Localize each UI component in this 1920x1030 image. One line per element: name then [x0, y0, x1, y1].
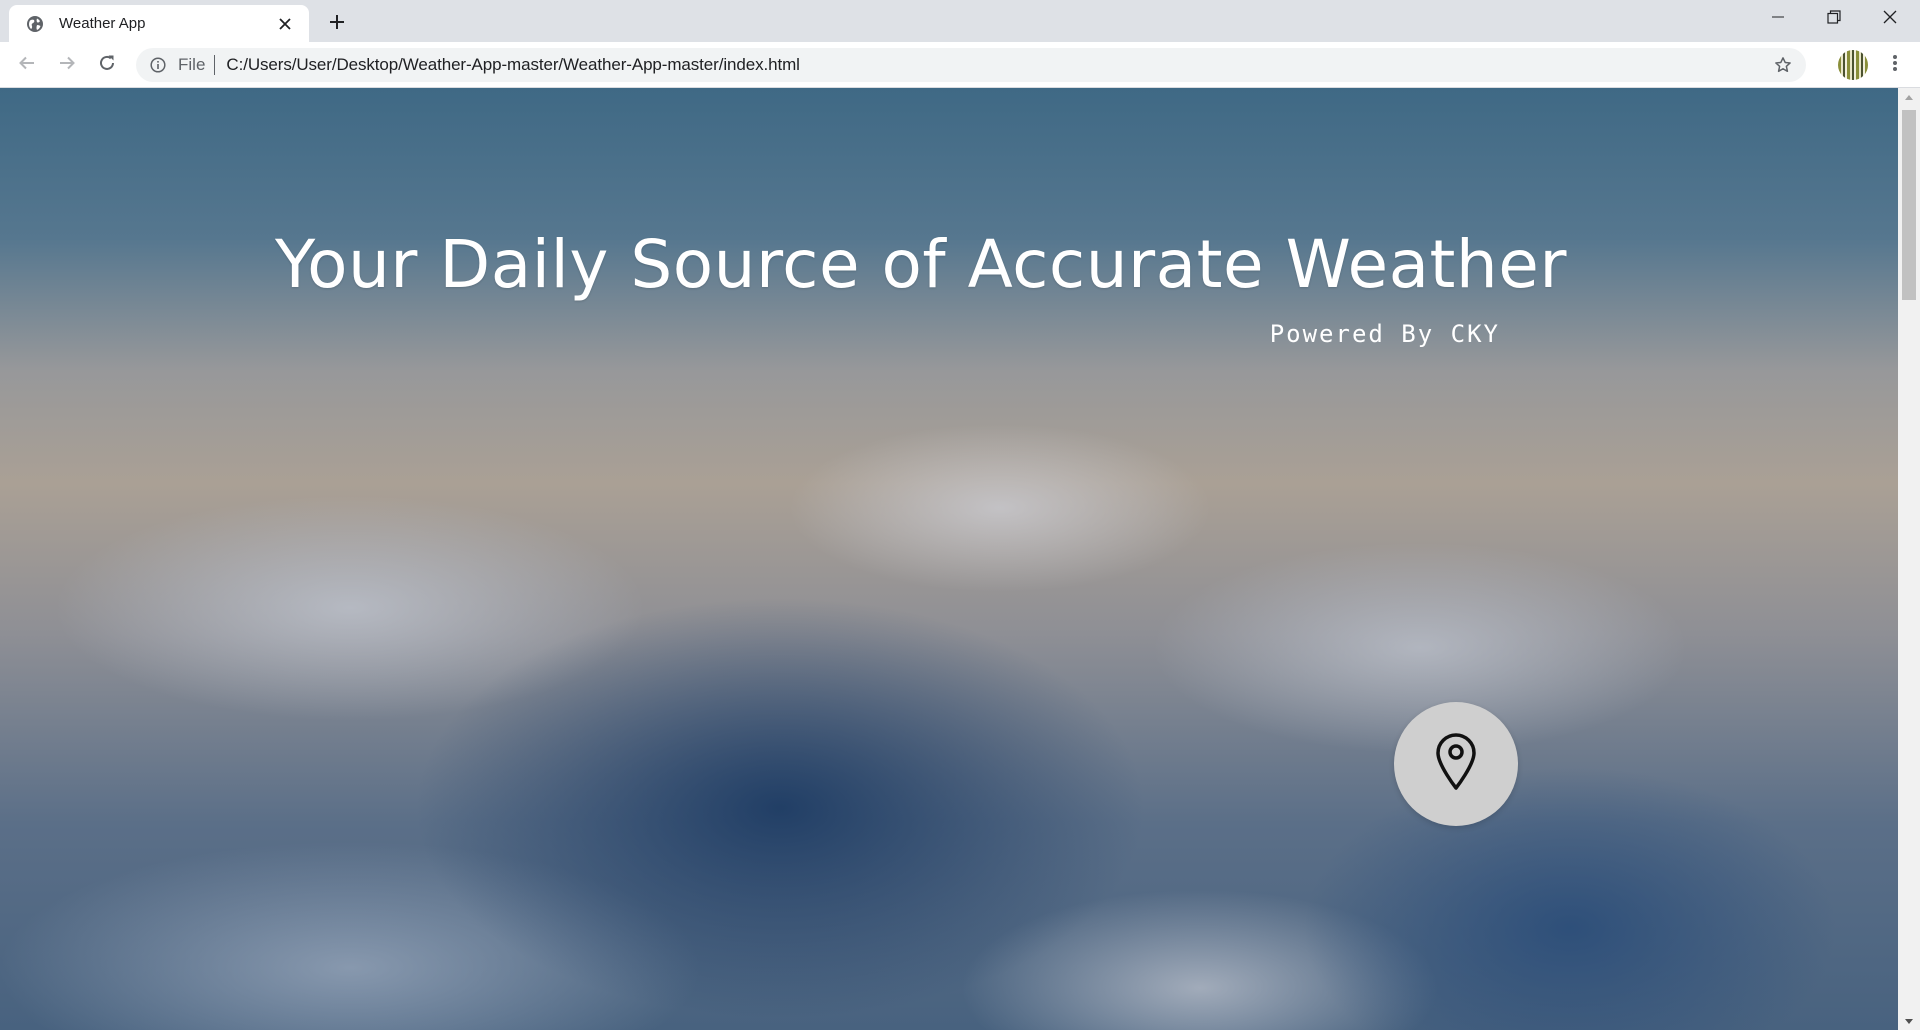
page-subtitle: Powered By CKY	[1269, 320, 1500, 348]
tab-close-icon[interactable]	[273, 12, 297, 36]
browser-tab[interactable]: Weather App	[9, 5, 309, 42]
back-button[interactable]	[11, 49, 43, 81]
map-pin-icon	[1434, 732, 1478, 796]
page-headline: Your Daily Source of Accurate Weather	[275, 226, 1567, 303]
close-icon	[1883, 10, 1897, 29]
reload-button[interactable]	[91, 49, 123, 81]
url-text[interactable]: C:/Users/User/Desktop/Weather-App-master…	[226, 55, 1768, 75]
forward-button[interactable]	[51, 49, 83, 81]
forward-arrow-icon	[58, 54, 76, 77]
minimize-icon	[1771, 10, 1785, 29]
close-window-button[interactable]	[1862, 0, 1918, 38]
browser-menu-button[interactable]	[1880, 50, 1910, 80]
restore-icon	[1827, 9, 1841, 29]
back-arrow-icon	[18, 54, 36, 77]
tab-title: Weather App	[59, 15, 146, 32]
scroll-up-arrow[interactable]	[1898, 88, 1920, 105]
scroll-down-arrow[interactable]	[1898, 1013, 1920, 1030]
reload-icon	[98, 54, 116, 77]
browser-tab-strip: Weather App	[0, 0, 1920, 42]
restore-button[interactable]	[1806, 0, 1862, 38]
new-tab-button[interactable]	[322, 9, 352, 39]
scroll-thumb[interactable]	[1902, 110, 1916, 300]
address-bar[interactable]: File C:/Users/User/Desktop/Weather-App-m…	[136, 48, 1806, 82]
browser-toolbar: File C:/Users/User/Desktop/Weather-App-m…	[0, 42, 1920, 88]
profile-avatar[interactable]	[1838, 50, 1868, 80]
page-scrollbar[interactable]	[1898, 88, 1920, 1030]
page-viewport: Your Daily Source of Accurate Weather Po…	[0, 88, 1898, 1030]
minimize-button[interactable]	[1750, 0, 1806, 38]
info-icon[interactable]	[148, 55, 168, 75]
locate-button[interactable]	[1394, 702, 1518, 826]
url-scheme-label: File	[178, 55, 206, 74]
url-separator	[214, 55, 216, 75]
plus-icon	[329, 14, 345, 35]
bookmark-star-icon[interactable]	[1768, 50, 1798, 80]
globe-icon	[25, 14, 45, 34]
kebab-menu-icon	[1892, 54, 1898, 77]
